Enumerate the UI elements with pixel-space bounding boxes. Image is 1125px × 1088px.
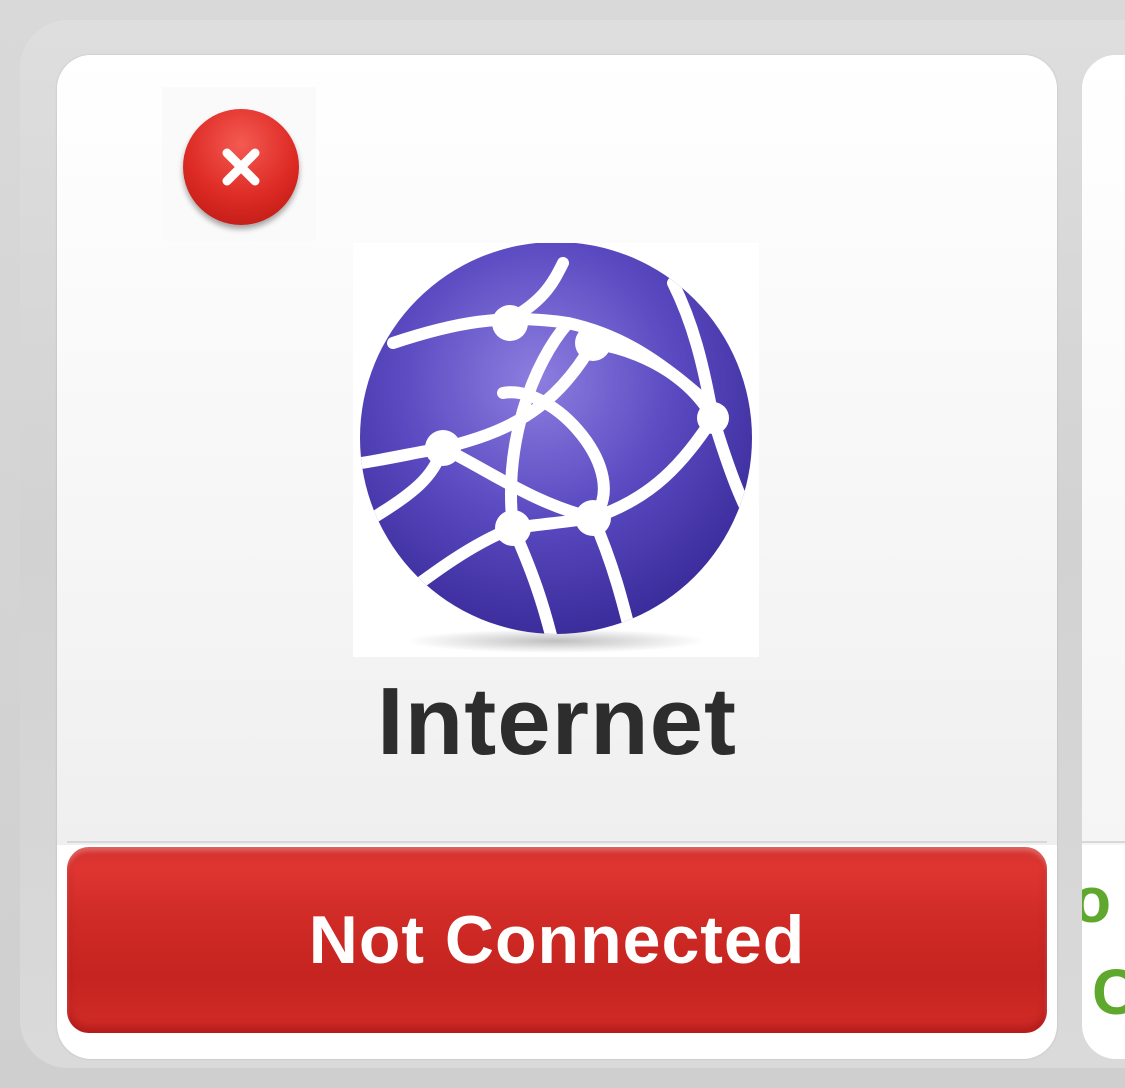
adjacent-status-card[interactable]: o C xyxy=(1082,55,1125,1059)
adjacent-status-text-line2: C xyxy=(1092,956,1125,1028)
close-icon xyxy=(222,148,260,186)
card-divider xyxy=(67,841,1047,843)
adjacent-card-divider xyxy=(1082,841,1125,843)
internet-status-card[interactable]: Internet Not Connected xyxy=(57,55,1057,1059)
adjacent-status-text-line1: o xyxy=(1082,864,1112,936)
adjacent-card-top xyxy=(1082,55,1125,845)
status-bar[interactable]: Not Connected xyxy=(67,847,1047,1033)
error-badge-container xyxy=(162,87,316,241)
card-title: Internet xyxy=(376,668,738,775)
globe-network-icon xyxy=(353,242,759,657)
error-badge xyxy=(183,109,299,225)
status-text: Not Connected xyxy=(308,902,806,978)
